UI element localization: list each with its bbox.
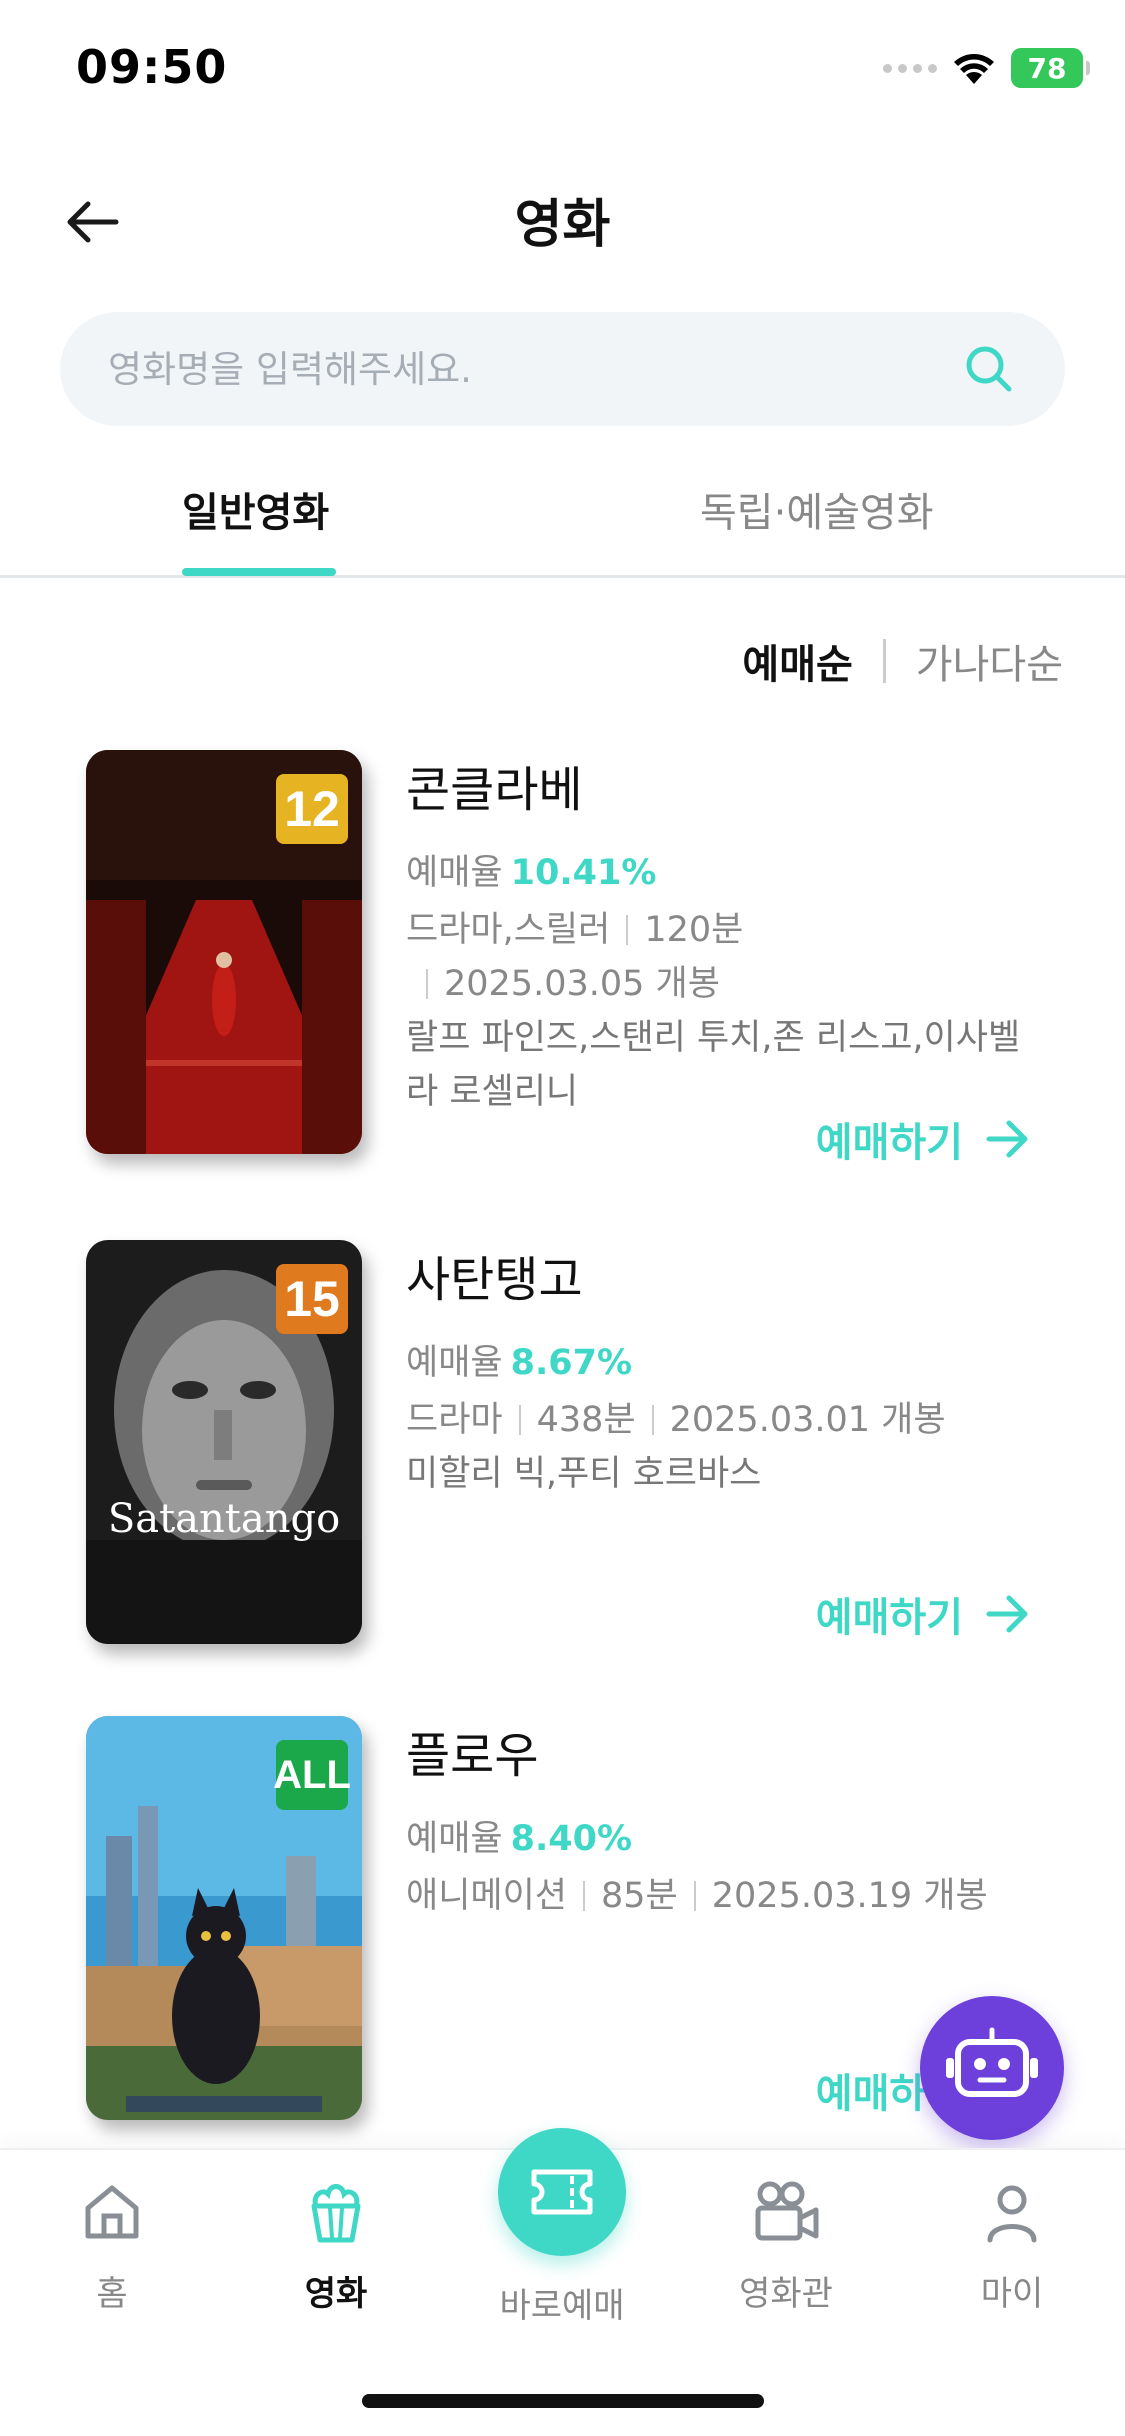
age-rating-badge: 15 xyxy=(276,1264,348,1334)
movie-runtime: 85분 xyxy=(601,1876,678,1916)
movie-runtime: 120분 xyxy=(644,910,744,950)
sort-divider xyxy=(882,639,886,683)
movie-release-line: 2025.03.05 개봉 xyxy=(406,957,1046,1011)
ticket-icon xyxy=(498,2128,626,2256)
list-item: Satantango 15 사탄탱고 예매율 8.67% 드라마 438분 2025.… xyxy=(0,1230,1125,1650)
sort-options: 예매순 가나다순 xyxy=(742,632,1063,690)
movie-title[interactable]: 플로우 xyxy=(406,1716,1046,1784)
nav-theater[interactable]: 영화관 xyxy=(686,2176,886,2315)
search-icon[interactable] xyxy=(961,341,1017,397)
status-time: 09:50 xyxy=(76,40,228,94)
home-indicator xyxy=(362,2394,764,2408)
movie-release-date: 2025.03.05 개봉 xyxy=(444,964,720,1004)
list-item: 12 콘클라베 예매율 10.41% 드라마,스릴러 120분 2025.03.05… xyxy=(0,740,1125,1166)
booking-rate: 예매율 8.40% xyxy=(406,1810,1046,1861)
movie-poster[interactable]: 12 xyxy=(86,750,362,1154)
signal-icon xyxy=(883,63,937,73)
nav-label: 홈 xyxy=(96,2274,128,2314)
book-button[interactable]: 예매하기 xyxy=(816,1585,1031,1643)
search-bar[interactable] xyxy=(60,312,1065,426)
movie-meta: 드라마 438분 2025.03.01 개봉 xyxy=(406,1393,1046,1447)
movie-title[interactable]: 사탄탱고 xyxy=(406,1240,1046,1308)
book-button[interactable]: 예매하기 xyxy=(816,1110,1031,1168)
search-input[interactable] xyxy=(108,347,961,391)
bottom-navigation: 홈 영화 바로예매 영화관 마이 xyxy=(0,2128,1125,2436)
booking-rate-label: 예매율 xyxy=(406,1343,503,1383)
movie-poster[interactable]: Satantango 15 xyxy=(86,1240,362,1644)
movie-meta: 애니메이션 85분 2025.03.19 개봉 xyxy=(406,1869,1046,1923)
booking-rate-value: 8.67% xyxy=(510,1343,633,1383)
age-rating-badge: ALL xyxy=(273,1740,351,1810)
movie-category-tabs: 일반영화 독립·예술영화 xyxy=(0,460,1125,578)
nav-quick-booking[interactable]: 바로예매 xyxy=(462,2128,662,2327)
nav-my[interactable]: 마이 xyxy=(912,2176,1112,2315)
battery-icon: 78 xyxy=(1011,48,1090,88)
arrow-right-icon xyxy=(986,1120,1028,1158)
booking-rate-label: 예매율 xyxy=(406,1819,503,1859)
booking-rate: 예매율 8.67% xyxy=(406,1334,1046,1385)
movie-release-date: 2025.03.19 개봉 xyxy=(711,1876,988,1916)
movie-genre: 애니메이션 xyxy=(406,1876,568,1916)
book-button-label: 예매하기 xyxy=(815,1595,963,1641)
movie-meta: 드라마,스릴러 120분 xyxy=(406,903,1046,957)
nav-label: 영화관 xyxy=(739,2274,833,2314)
book-button-label: 예매하기 xyxy=(815,1120,963,1166)
booking-rate: 예매율 10.41% xyxy=(406,844,1046,895)
home-icon xyxy=(76,2176,148,2248)
arrow-right-icon xyxy=(986,1595,1028,1633)
movie-poster[interactable]: ALL xyxy=(86,1716,362,2120)
booking-rate-value: 10.41% xyxy=(510,853,657,893)
person-icon xyxy=(976,2176,1048,2248)
movie-cast: 랄프 파인즈,스탠리 투치,존 리스고,이사벨 xyxy=(406,1018,1021,1058)
movie-genre: 드라마,스릴러 xyxy=(406,910,611,950)
active-tab-indicator xyxy=(182,568,336,576)
camera-icon xyxy=(750,2176,822,2248)
svg-text:Satantango: Satantango xyxy=(108,1496,340,1542)
movie-runtime: 438분 xyxy=(536,1400,636,1440)
nav-label: 바로예매 xyxy=(499,2286,625,2326)
nav-label: 마이 xyxy=(980,2274,1044,2314)
page-title: 영화 xyxy=(514,195,611,255)
tab-general-movies[interactable]: 일반영화 xyxy=(182,480,329,538)
movie-title[interactable]: 콘클라베 xyxy=(406,750,1046,818)
movie-info: 콘클라베 예매율 10.41% 드라마,스릴러 120분 2025.03.05 개봉… xyxy=(406,740,1046,1119)
status-bar: 09:50 78 xyxy=(0,0,1125,140)
movie-info: 플로우 예매율 8.40% 애니메이션 85분 2025.03.19 개봉 xyxy=(406,1706,1046,1923)
nav-movie[interactable]: 영화 xyxy=(236,2176,436,2315)
nav-label: 영화 xyxy=(304,2274,368,2314)
movie-info: 사탄탱고 예매율 8.67% 드라마 438분 2025.03.01 개봉 미할리 빅… xyxy=(406,1230,1046,1501)
movie-cast: 미할리 빅,푸티 호르바스 xyxy=(406,1454,762,1494)
battery-level: 78 xyxy=(1027,51,1067,85)
chatbot-button[interactable] xyxy=(920,1996,1064,2140)
booking-rate-label: 예매율 xyxy=(406,853,503,893)
age-rating-badge: 12 xyxy=(276,774,348,844)
status-indicators: 78 xyxy=(883,48,1090,88)
movie-genre: 드라마 xyxy=(406,1400,503,1440)
nav-home[interactable]: 홈 xyxy=(12,2176,212,2315)
header: 영화 xyxy=(0,160,1125,280)
tab-indie-art-movies[interactable]: 독립·예술영화 xyxy=(700,480,934,538)
sort-by-name[interactable]: 가나다순 xyxy=(916,632,1063,690)
movie-release-date: 2025.03.01 개봉 xyxy=(669,1400,946,1440)
sort-by-booking[interactable]: 예매순 xyxy=(742,632,852,690)
wifi-icon xyxy=(954,54,994,84)
robot-icon xyxy=(946,2027,1038,2097)
booking-rate-value: 8.40% xyxy=(510,1819,633,1859)
popcorn-icon xyxy=(300,2176,372,2248)
